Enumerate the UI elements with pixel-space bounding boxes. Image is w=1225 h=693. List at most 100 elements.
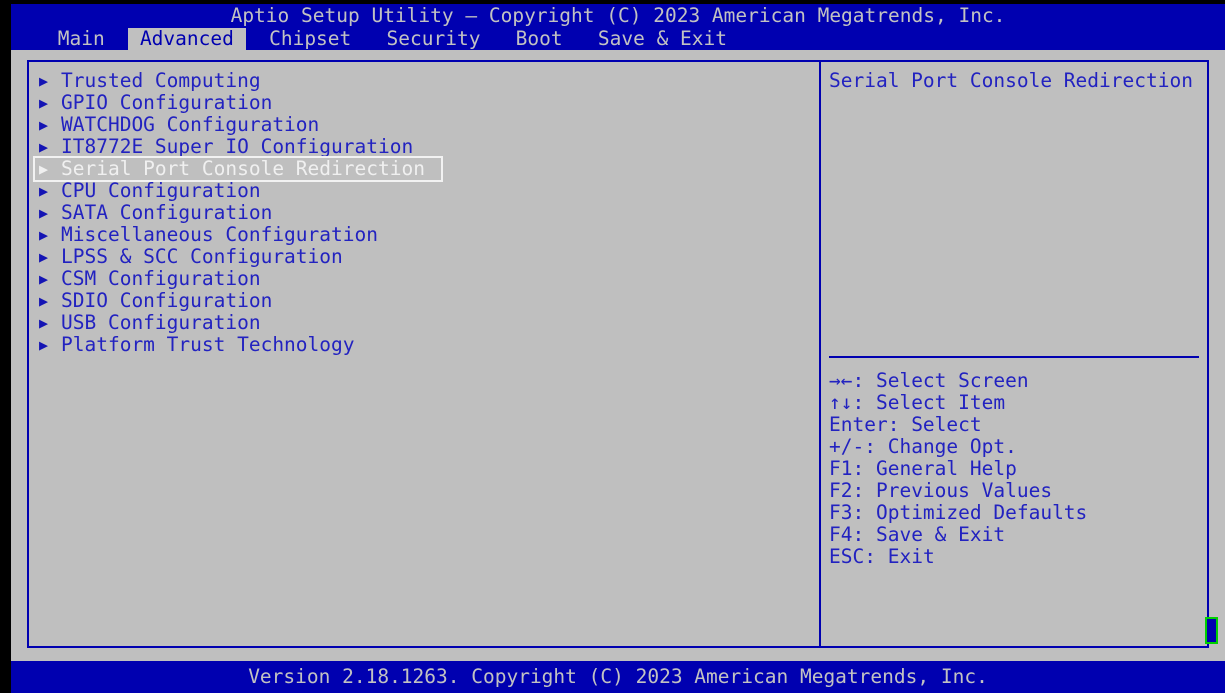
legend-previous-values: F2: Previous Values [829,480,1203,502]
content-frame: ▶ Trusted Computing ▶ GPIO Configuration ▶ WA… [27,60,1209,648]
menu-item-gpio-configuration[interactable]: ▶ GPIO Configuration [35,92,815,114]
menu-item-label: USB Configuration [61,311,261,334]
legend-separator: : [852,501,876,524]
menu-item-label: Miscellaneous Configuration [61,223,378,246]
legend-action-label: Select [911,413,982,436]
menu-item-platform-trust-technology[interactable]: ▶ Platform Trust Technology [35,334,815,356]
legend-action-label: General Help [875,457,1017,480]
legend-separator: : [852,369,876,392]
legend-key: F1 [829,457,853,480]
menu-item-label: LPSS & SCC Configuration [61,245,343,268]
submenu-arrow-icon: ▶ [39,72,49,90]
submenu-arrow-icon: ▶ [39,182,49,200]
legend-key: F2 [829,479,853,502]
bios-screen: Aptio Setup Utility – Copyright (C) 2023… [0,0,1225,693]
menu-item-cpu-configuration[interactable]: ▶ CPU Configuration [35,180,815,202]
menu-item-it8772e-super-io-configuration[interactable]: ▶ IT8772E Super IO Configuration [35,136,815,158]
tab-chipset[interactable]: Chipset [257,28,363,50]
menu-item-sdio-configuration[interactable]: ▶ SDIO Configuration [35,290,815,312]
menu-item-label: WATCHDOG Configuration [61,113,320,136]
menu-item-label: Platform Trust Technology [61,333,355,356]
submenu-arrow-icon: ▶ [39,160,49,178]
submenu-arrow-icon: ▶ [39,248,49,266]
submenu-arrow-icon: ▶ [39,116,49,134]
help-title: Serial Port Console Redirection [829,69,1193,92]
legend-separator: : [852,523,876,546]
legend-save-exit: F4: Save & Exit [829,524,1203,546]
menu-tab-gap [116,28,128,50]
menu-item-watchdog-configuration[interactable]: ▶ WATCHDOG Configuration [35,114,815,136]
legend-action-label: Save & Exit [875,523,1006,546]
help-separator [829,356,1199,358]
settings-menu-list: ▶ Trusted Computing ▶ GPIO Configuration ▶ WA… [33,70,815,356]
menu-tab-gap [246,28,258,50]
legend-optimized-defaults: F3: Optimized Defaults [829,502,1203,524]
legend-change-opt: +/-: Change Opt. [829,436,1203,458]
legend-action-label: Exit [887,545,935,568]
scroll-indicator[interactable] [1205,617,1218,644]
legend-action-label: Select Item [875,391,1006,414]
legend-arrow-icon: →← [829,369,853,392]
body-panel: ▶ Trusted Computing ▶ GPIO Configuration ▶ WA… [11,50,1225,661]
legend-select: Enter: Select [829,414,1203,436]
legend-general-help: F1: General Help [829,458,1203,480]
legend-action-label: Change Opt. [887,435,1017,458]
menu-item-miscellaneous-configuration[interactable]: ▶ Miscellaneous Configuration [35,224,815,246]
menu-item-label: CSM Configuration [61,267,261,290]
menu-tab-bar: Main Advanced Chipset Security Boot Save… [11,28,1225,50]
legend-key: F4 [829,523,853,546]
legend-key: Enter [829,413,888,436]
menu-item-sata-configuration[interactable]: ▶ SATA Configuration [35,202,815,224]
tab-advanced[interactable]: Advanced [128,28,246,50]
submenu-arrow-icon: ▶ [39,314,49,332]
legend-separator: : [864,545,888,568]
menu-item-lpss-scc-configuration[interactable]: ▶ LPSS & SCC Configuration [35,246,815,268]
legend-action-label: Optimized Defaults [875,501,1088,524]
legend-separator: : [864,435,888,458]
legend-separator: : [852,457,876,480]
submenu-arrow-icon: ▶ [39,270,49,288]
help-pane: Serial Port Console Redirection →←: Sele… [829,69,1203,568]
legend-select-screen: →←: Select Screen [829,370,1203,392]
submenu-arrow-icon: ▶ [39,94,49,112]
menu-item-label: CPU Configuration [61,179,261,202]
menu-item-csm-configuration[interactable]: ▶ CSM Configuration [35,268,815,290]
menu-item-label: SDIO Configuration [61,289,273,312]
submenu-arrow-icon: ▶ [39,226,49,244]
legend-arrow-icon: ↑↓ [829,391,853,414]
legend-select-item: ↑↓: Select Item [829,392,1203,414]
legend-separator: : [887,413,912,436]
menu-tab-gap [492,28,504,50]
legend-separator: : [852,391,876,414]
menu-item-label: GPIO Configuration [61,91,273,114]
legend-key: +/- [829,435,865,458]
page-title: Aptio Setup Utility – Copyright (C) 2023… [230,4,1006,27]
version-bar: Version 2.18.1263. Copyright (C) 2023 Am… [11,661,1225,693]
submenu-arrow-icon: ▶ [39,336,49,354]
menu-tab-gap [574,28,586,50]
menu-tab-list: Main Advanced Chipset Security Boot Save… [46,28,739,50]
submenu-arrow-icon: ▶ [39,138,49,156]
screen-bezel-left [0,0,11,693]
panel-divider [819,62,821,646]
menu-item-label: Serial Port Console Redirection [61,157,425,180]
tab-main[interactable]: Main [46,28,116,50]
tab-boot[interactable]: Boot [504,28,574,50]
legend-action-label: Previous Values [875,479,1053,502]
title-bar: Aptio Setup Utility – Copyright (C) 2023… [11,4,1225,28]
tab-security[interactable]: Security [375,28,492,50]
submenu-arrow-icon: ▶ [39,292,49,310]
menu-item-label: IT8772E Super IO Configuration [61,135,414,158]
legend-key: ESC [829,545,865,568]
submenu-arrow-icon: ▶ [39,204,49,222]
menu-item-label: SATA Configuration [61,201,273,224]
key-legend-list: →←: Select Screen ↑↓: Select Item Enter: S… [829,370,1203,568]
legend-key: F3 [829,501,853,524]
menu-tab-gap [363,28,375,50]
tab-save-exit[interactable]: Save & Exit [586,28,739,50]
legend-action-label: Select Screen [875,369,1029,392]
menu-item-trusted-computing[interactable]: ▶ Trusted Computing [35,70,815,92]
menu-item-usb-configuration[interactable]: ▶ USB Configuration [35,312,815,334]
version-text: Version 2.18.1263. Copyright (C) 2023 Am… [248,665,988,688]
legend-separator: : [852,479,876,502]
